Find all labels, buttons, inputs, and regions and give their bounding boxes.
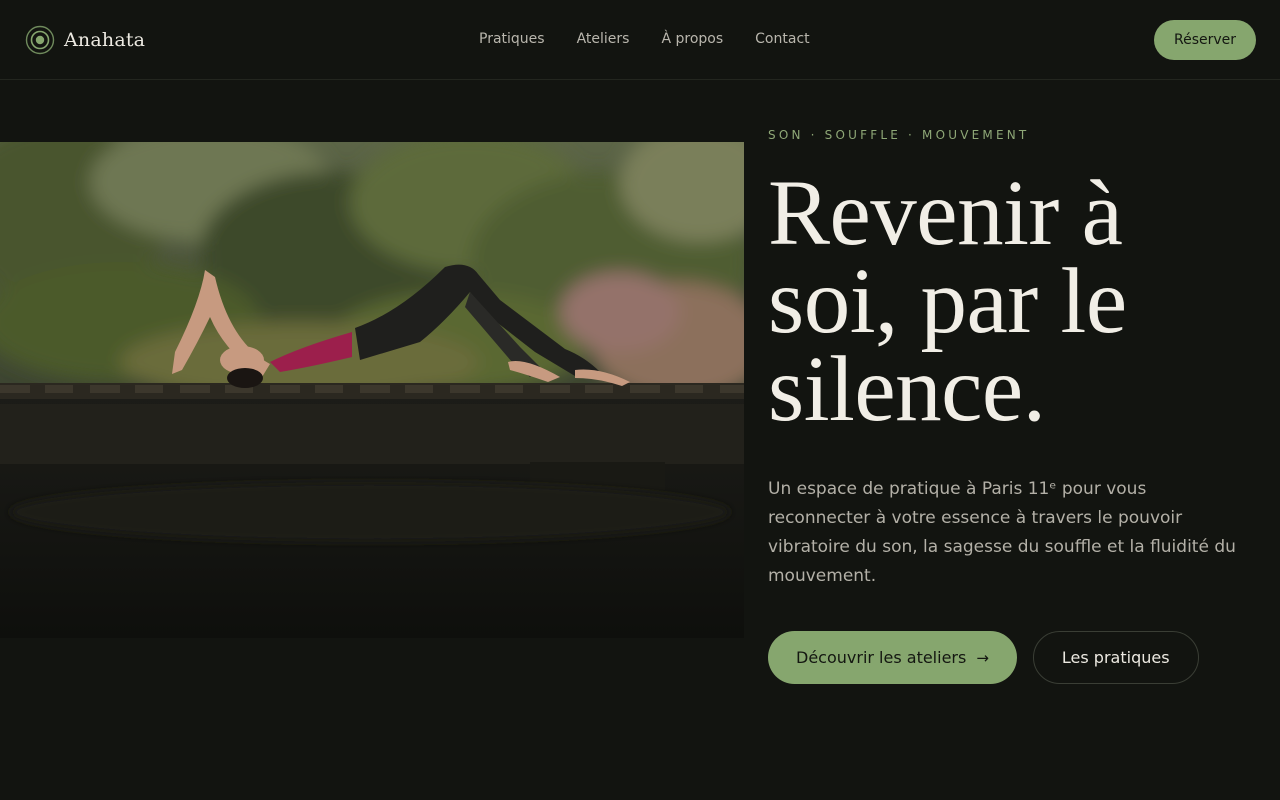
hero-intro: Un espace de pratique à Paris 11ᵉ pour v… (768, 479, 1236, 586)
discover-workshops-button[interactable]: Découvrir les ateliers → (768, 631, 1017, 684)
hero-eyebrow: SON · SOUFFLE · MOUVEMENT (768, 128, 1030, 142)
main-nav: Pratiques Ateliers À propos Contact (479, 30, 810, 48)
hero-cta-row: Découvrir les ateliers → Les pratiques (768, 631, 1199, 684)
brand-logo-link[interactable]: Anahata (25, 24, 145, 56)
nav-item-ateliers[interactable]: Ateliers (577, 30, 630, 48)
hero-photo (0, 142, 744, 638)
circle-dot-icon (25, 25, 55, 55)
practices-button[interactable]: Les pratiques (1032, 631, 1199, 684)
hero-headline: Revenir à soi, par le silence. (768, 162, 1127, 441)
site-header: Anahata Pratiques Ateliers À propos Cont… (0, 0, 1280, 80)
reserve-button[interactable]: Réserver (1154, 20, 1256, 60)
discover-workshops-label: Découvrir les ateliers (796, 648, 967, 667)
brand-name: Anahata (64, 29, 146, 51)
nav-item-contact[interactable]: Contact (755, 30, 809, 48)
arrow-right-icon: → (976, 648, 989, 667)
nav-item-pratiques[interactable]: Pratiques (479, 30, 545, 48)
nav-item-a-propos[interactable]: À propos (661, 30, 723, 48)
